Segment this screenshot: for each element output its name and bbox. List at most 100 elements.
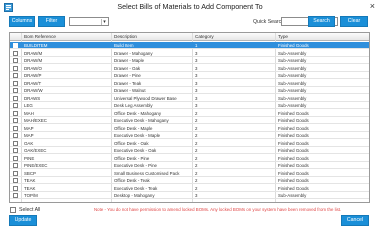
table-row[interactable]: LEG Desk Leg Assembly 3 Sub-Assembly (10, 102, 369, 109)
cell-type: Finished Goods (278, 170, 309, 176)
clear-button[interactable]: Clear (340, 16, 368, 27)
row-checkbox[interactable] (13, 193, 18, 198)
cell-ref: TEAK (24, 185, 36, 191)
table-row[interactable]: DRAW/P Drawer - Pine 3 Sub-Assembly (10, 72, 369, 79)
cell-desc: Drawer - Walnut (114, 88, 146, 93)
table-row[interactable]: TOP/M Desktop - Mahogany 3 Sub-Assembly (10, 192, 369, 199)
table-row[interactable]: TEAK Office Desk - Teak 2 Finished Goods (10, 177, 369, 184)
cell-cat: 2 (195, 170, 198, 176)
cell-cat: 3 (195, 95, 198, 101)
cell-desc: Desk Leg Assembly (114, 103, 153, 108)
table-row[interactable]: MAH Office Desk - Mahogany 2 Finished Goods (10, 110, 369, 117)
cell-type: Sub-Assembly (278, 103, 307, 108)
cell-cat: 2 (195, 185, 198, 191)
cell-desc: Desktop - Mahogany (114, 193, 155, 198)
row-checkbox[interactable] (13, 118, 18, 123)
cell-cat: 3 (195, 65, 198, 71)
table-row[interactable]: DRAW/M Drawer - Mahogany 3 Sub-Assembly (10, 50, 369, 57)
cell-cat: 2 (195, 133, 198, 138)
row-checkbox[interactable] (13, 125, 18, 131)
row-checkbox[interactable] (13, 88, 18, 93)
chevron-down-icon: ▾ (101, 19, 107, 25)
table-row[interactable]: PINE/EXEC Executive Desk - Pine 2 Finished … (10, 162, 369, 169)
table-row[interactable]: DRAW/W Drawer - Walnut 3 Sub-Assembly (10, 87, 369, 94)
cell-ref: MAP (24, 133, 34, 138)
table-row[interactable]: SBCP Small Business Customised Pack 2 Finis… (10, 170, 369, 177)
table-row[interactable]: OAK Office Desk - Oak 2 Finished Goods (10, 140, 369, 147)
cell-type: Sub-Assembly (278, 193, 307, 198)
row-checkbox[interactable] (13, 185, 18, 191)
cell-desc: Drawer - Pine (114, 73, 141, 78)
cell-type: Sub-Assembly (278, 73, 307, 78)
cell-type: Finished Goods (278, 133, 309, 138)
row-checkbox[interactable] (13, 103, 18, 108)
cell-ref: PINE (24, 155, 35, 161)
cell-type: Finished Goods (278, 148, 309, 153)
table-row[interactable]: MAP Office Desk - Maple 2 Finished Goods (10, 125, 369, 132)
row-checkbox[interactable] (13, 95, 18, 101)
search-button[interactable]: Search (308, 16, 335, 27)
table-row[interactable]: TEAK Executive Desk - Teak 2 Finished Goods (10, 185, 369, 192)
cell-ref: TOP/M (24, 193, 38, 198)
cell-desc: Small Business Customised Pack (114, 170, 180, 176)
table-row[interactable]: DRAW/T Drawer - Teak 3 Sub-Assembly (10, 80, 369, 87)
table-row[interactable]: MAH/EXEC Executive Desk - Mahogany 2 Finish… (10, 117, 369, 124)
row-checkbox[interactable] (13, 133, 18, 138)
row-checkbox[interactable] (13, 73, 18, 78)
cell-cat: 2 (195, 140, 198, 146)
row-checkbox[interactable] (13, 110, 18, 116)
row-checkbox[interactable] (13, 58, 18, 63)
cell-ref: LEG (24, 103, 33, 108)
cell-desc: Office Desk - Mahogany (114, 110, 162, 116)
row-checkbox[interactable] (13, 43, 18, 48)
cell-cat: 1 (195, 43, 198, 48)
col-header-reference[interactable]: Bom Reference (24, 34, 56, 39)
filter-select[interactable]: ▾ (69, 17, 109, 26)
row-checkbox[interactable] (13, 80, 18, 86)
cell-cat: 2 (195, 148, 198, 153)
close-icon[interactable]: × (370, 1, 375, 11)
cell-cat: 3 (195, 50, 198, 56)
row-checkbox[interactable] (13, 65, 18, 71)
cell-type: Finished Goods (278, 125, 309, 131)
cell-ref: MAH (24, 110, 34, 116)
table-row[interactable]: DRAW/O Drawer - Oak 3 Sub-Assembly (10, 65, 369, 72)
col-header-type[interactable]: Type (278, 34, 288, 39)
cell-type: Finished Goods (278, 118, 309, 123)
cell-desc: Executive Desk - Oak (114, 148, 157, 153)
grid-header: Bom Reference Description Category Type (10, 33, 369, 41)
cell-ref: MAP (24, 125, 34, 131)
filter-button[interactable]: Filter (38, 16, 65, 27)
select-all-label: Select All (19, 207, 41, 213)
cell-cat: 3 (195, 88, 198, 93)
row-checkbox[interactable] (13, 163, 18, 168)
col-header-description[interactable]: Description (114, 34, 137, 39)
cell-cat: 2 (195, 118, 198, 123)
select-all-checkbox[interactable] (10, 207, 16, 213)
table-row[interactable]: BUILDITEM Build Item 1 Finished Goods (10, 42, 369, 49)
col-header-category[interactable]: Category (195, 34, 214, 39)
row-checkbox[interactable] (13, 170, 18, 176)
table-row[interactable]: DRAW/M Drawer - Maple 3 Sub-Assembly (10, 57, 369, 64)
table-row[interactable]: MAP Executive Desk - Maple 2 Finished Goods (10, 132, 369, 139)
cell-type: Sub-Assembly (278, 65, 307, 71)
cell-desc: Drawer - Teak (114, 80, 142, 86)
cell-ref: PINE/EXEC (24, 163, 48, 168)
window-title: Select Bills of Materials to Add Compone… (117, 2, 263, 11)
cell-ref: DRAW/W (24, 88, 43, 93)
row-checkbox[interactable] (13, 148, 18, 153)
cell-cat: 3 (195, 73, 198, 78)
update-button[interactable]: Update (9, 215, 37, 226)
row-checkbox[interactable] (13, 140, 18, 146)
cell-desc: Drawer - Mahogany (114, 50, 153, 56)
row-checkbox[interactable] (13, 155, 18, 161)
columns-button[interactable]: Columns (9, 16, 35, 27)
table-row[interactable]: OAK/EXEC Executive Desk - Oak 2 Finished Go… (10, 147, 369, 154)
table-row[interactable]: PINE Office Desk - Pine 2 Finished Goods (10, 155, 369, 162)
cell-desc: Office Desk - Oak (114, 140, 149, 146)
cell-type: Sub-Assembly (278, 58, 307, 63)
table-row[interactable]: DRAWS Universal Plywood Drawer Base 3 Sub-A… (10, 95, 369, 102)
row-checkbox[interactable] (13, 50, 18, 56)
row-checkbox[interactable] (13, 178, 18, 183)
cancel-button[interactable]: Cancel (341, 215, 369, 226)
